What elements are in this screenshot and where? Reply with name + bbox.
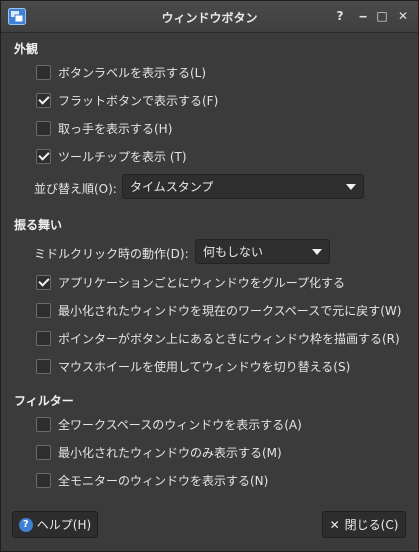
middle-click-label: ミドルクリック時の動作(D): xyxy=(34,247,189,261)
flat-buttons-checkbox[interactable]: フラットボタンで表示する(F) xyxy=(36,92,218,109)
dialog-window: ウィンドウボタン ? ‒ □ ✕ 外観 ボタンラベルを表示する(L) フラットボ… xyxy=(0,0,419,552)
checkbox-label: 全ワークスペースのウィンドウを表示する(A) xyxy=(58,418,302,432)
checkbox-box-checked[interactable] xyxy=(36,275,51,290)
show-button-labels-checkbox[interactable]: ボタンラベルを表示する(L) xyxy=(36,64,206,81)
middle-click-dropdown[interactable]: 何もしない xyxy=(195,239,330,264)
titlebar[interactable]: ウィンドウボタン ? ‒ □ ✕ xyxy=(1,1,418,33)
behavior-heading: 振る舞い xyxy=(14,218,63,232)
checkbox-label: 最小化されたウィンドウを現在のワークスペースで元に戻す(W) xyxy=(58,304,402,318)
help-button[interactable]: ? ヘルプ(H) xyxy=(12,511,98,538)
all-workspaces-checkbox[interactable]: 全ワークスペースのウィンドウを表示する(A) xyxy=(36,416,302,433)
checkbox-box[interactable] xyxy=(36,473,51,488)
checkbox-label: アプリケーションごとにウィンドウをグループ化する xyxy=(58,276,346,290)
sort-order-label: 並び替え順(O): xyxy=(34,182,117,196)
help-question-icon[interactable]: ? xyxy=(332,8,348,24)
checkbox-label: ツールチップを表示 (T) xyxy=(58,150,187,164)
draw-frame-on-hover-checkbox[interactable]: ポインターがボタン上にあるときにウィンドウ枠を描画する(R) xyxy=(36,330,400,347)
close-x-icon: ✕ xyxy=(329,517,340,532)
restore-minimized-checkbox[interactable]: 最小化されたウィンドウを現在のワークスペースで元に戻す(W) xyxy=(36,302,401,319)
minimize-icon[interactable]: ‒ xyxy=(355,8,371,24)
checkbox-label: 取っ手を表示する(H) xyxy=(58,122,173,136)
sort-order-value: タイムスタンプ xyxy=(130,180,214,194)
checkbox-box[interactable] xyxy=(36,65,51,80)
all-monitors-checkbox[interactable]: 全モニターのウィンドウを表示する(N) xyxy=(36,472,268,489)
checkbox-box[interactable] xyxy=(36,331,51,346)
close-button[interactable]: ✕ 閉じる(C) xyxy=(322,511,406,538)
checkbox-label: ポインターがボタン上にあるときにウィンドウ枠を描画する(R) xyxy=(58,332,400,346)
checkbox-box[interactable] xyxy=(36,359,51,374)
filter-heading: フィルター xyxy=(14,394,74,408)
checkbox-box[interactable] xyxy=(36,303,51,318)
help-button-label: ヘルプ(H) xyxy=(36,518,92,532)
mouse-wheel-switch-checkbox[interactable]: マウスホイールを使用してウィンドウを切り替える(S) xyxy=(36,358,350,375)
close-icon[interactable]: ✕ xyxy=(395,8,411,24)
middle-click-value: 何もしない xyxy=(203,245,264,259)
chevron-down-icon xyxy=(346,184,356,190)
chevron-down-icon xyxy=(312,249,322,255)
checkbox-box-checked[interactable] xyxy=(36,149,51,164)
checkbox-box[interactable] xyxy=(36,417,51,432)
checkbox-box-checked[interactable] xyxy=(36,93,51,108)
checkbox-box[interactable] xyxy=(36,445,51,460)
minimized-only-checkbox[interactable]: 最小化されたウィンドウのみ表示する(M) xyxy=(36,444,282,461)
checkbox-label: フラットボタンで表示する(F) xyxy=(58,94,219,108)
maximize-icon[interactable]: □ xyxy=(374,8,390,24)
help-icon: ? xyxy=(18,517,33,532)
checkbox-label: マウスホイールを使用してウィンドウを切り替える(S) xyxy=(58,360,351,374)
group-by-app-checkbox[interactable]: アプリケーションごとにウィンドウをグループ化する xyxy=(36,274,345,291)
checkbox-box[interactable] xyxy=(36,121,51,136)
show-tooltips-checkbox[interactable]: ツールチップを表示 (T) xyxy=(36,148,187,165)
show-handle-checkbox[interactable]: 取っ手を表示する(H) xyxy=(36,120,172,137)
appearance-heading: 外観 xyxy=(14,42,39,56)
sort-order-dropdown[interactable]: タイムスタンプ xyxy=(122,174,364,199)
close-button-label: 閉じる(C) xyxy=(344,518,399,532)
checkbox-label: 全モニターのウィンドウを表示する(N) xyxy=(58,474,269,488)
checkbox-label: 最小化されたウィンドウのみ表示する(M) xyxy=(58,446,282,460)
checkbox-label: ボタンラベルを表示する(L) xyxy=(58,66,207,80)
